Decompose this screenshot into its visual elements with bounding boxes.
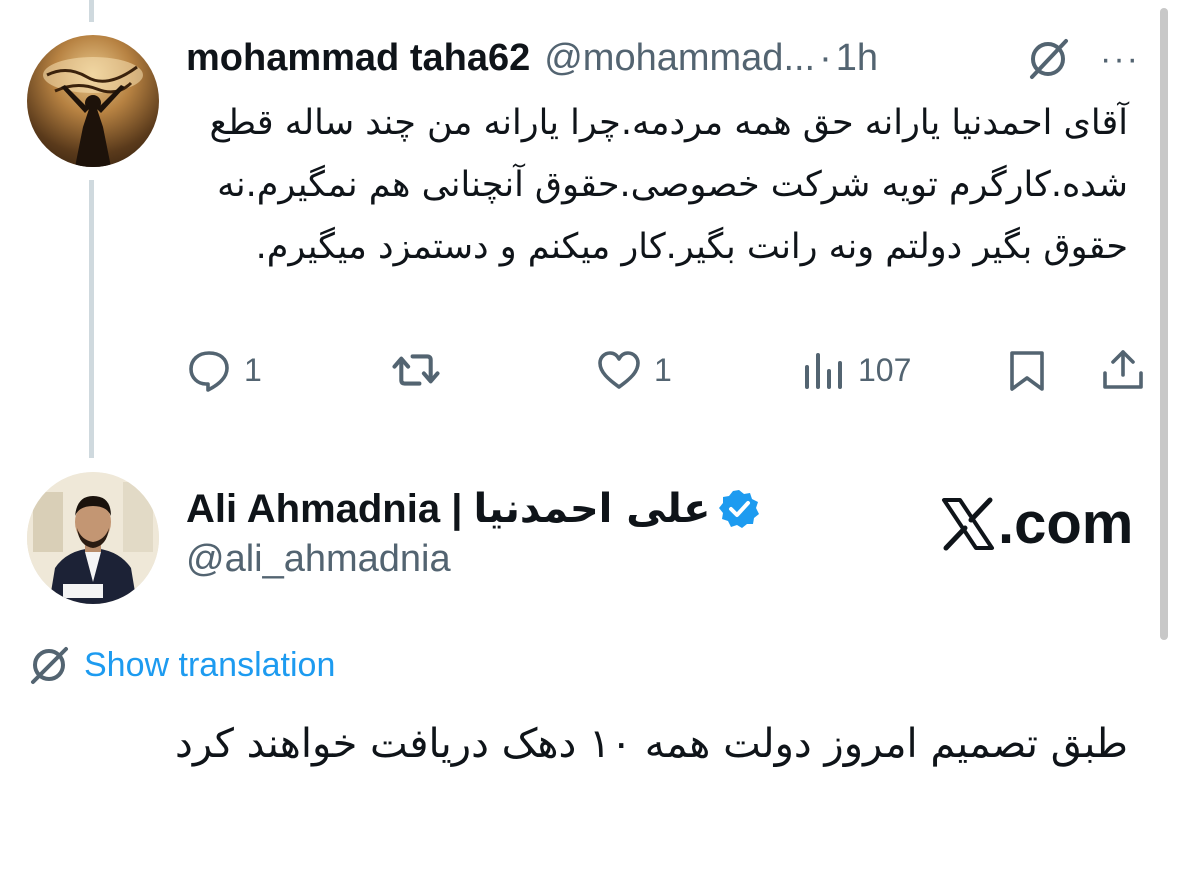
heart-icon (598, 351, 640, 389)
scrollbar[interactable] (1160, 8, 1168, 640)
reply-text: آقای احمدنیا یارانه حق همه مردمه.چرا یار… (209, 103, 1128, 267)
share-button[interactable] (1100, 340, 1146, 400)
reply-bubble-icon (189, 351, 229, 392)
avatar-image (27, 472, 159, 604)
bookmark-icon (1010, 351, 1044, 391)
display-name[interactable]: Ali Ahmadnia | علی احمدنیا (186, 486, 760, 532)
display-name-latin: Ali Ahmadnia | (186, 486, 474, 531)
user-handle[interactable]: @ali_ahmadnia (186, 538, 760, 581)
display-name-persian: علی احمدنیا (473, 486, 711, 532)
avatar-image (43, 57, 143, 167)
like-button[interactable]: 1 (596, 340, 672, 400)
action-bar: 1 1 107 (0, 340, 1179, 400)
retweet-icon (392, 354, 440, 386)
views-button[interactable]: 107 (800, 340, 911, 400)
share-icon (1103, 350, 1143, 389)
timestamp[interactable]: 1h (836, 37, 878, 80)
show-translation-label: Show translation (84, 645, 336, 684)
grok-slash-icon[interactable] (1025, 36, 1071, 82)
more-dots-icon[interactable]: ··· (1100, 40, 1140, 79)
views-bar-icon (805, 353, 842, 389)
bookmark-button[interactable] (1004, 340, 1050, 400)
reply-button[interactable]: 1 (186, 340, 262, 400)
original-header: Ali Ahmadnia | علی احمدنیا @ali_ahmadnia (186, 486, 760, 581)
separator-dot: · (819, 36, 832, 79)
reply-header: mohammad taha62 @mohammad... · 1h (186, 30, 878, 86)
avatar[interactable] (27, 472, 159, 604)
verified-badge-icon (719, 490, 760, 528)
display-name[interactable]: mohammad taha62 (186, 37, 530, 80)
avatar[interactable] (27, 35, 159, 167)
x-logo-icon (942, 497, 994, 550)
site-watermark: .com (940, 490, 1133, 557)
user-handle[interactable]: @mohammad... (544, 37, 815, 80)
thread-line-top (89, 0, 94, 22)
like-count: 1 (654, 351, 672, 388)
views-count: 107 (858, 351, 912, 388)
translate-icon (31, 647, 68, 684)
original-text: طبق تصمیم امروز دولت همه ۱۰ دهک دریافت خ… (175, 721, 1128, 767)
site-label: .com (998, 491, 1134, 556)
thread-line (89, 180, 94, 458)
show-translation-button[interactable]: Show translation (28, 644, 335, 686)
reply-count: 1 (244, 351, 262, 388)
retweet-button[interactable] (390, 340, 442, 400)
